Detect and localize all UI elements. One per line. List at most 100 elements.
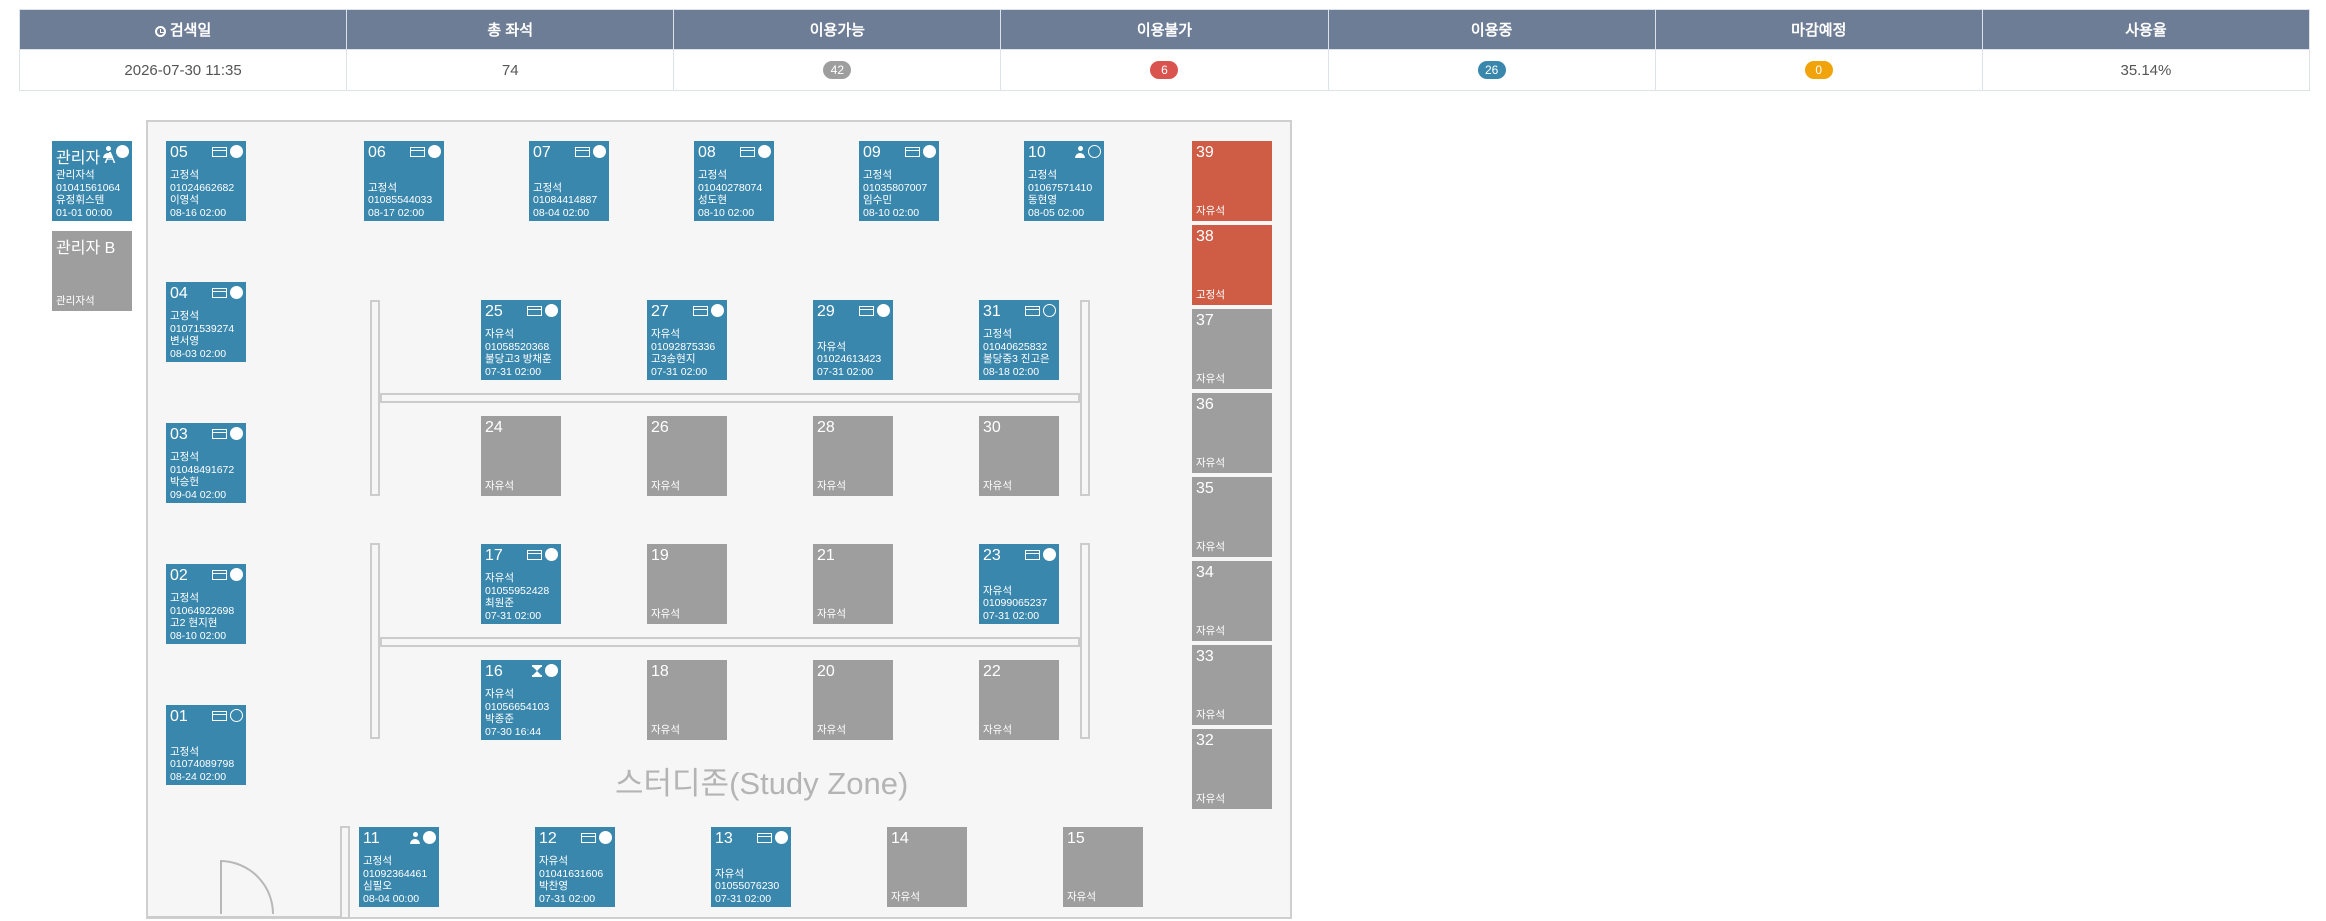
- seat-info: 자유석 01041631606 박찬영 07-31 02:00: [539, 855, 603, 905]
- value-usage-rate: 35.14%: [1981, 49, 2311, 91]
- filled-dot-icon: [593, 145, 606, 158]
- closing-soon-count-badge: 0: [1804, 61, 1833, 79]
- seat-05[interactable]: 05 고정석 01024662682 이영석 08-16 02:00: [166, 141, 246, 221]
- seat-15[interactable]: 15 자유석: [1063, 827, 1143, 907]
- seat-39[interactable]: 39 자유석: [1192, 141, 1272, 221]
- seat-19[interactable]: 19 자유석: [647, 544, 727, 624]
- seat-status-icons: [859, 304, 890, 317]
- seat-27[interactable]: 27 자유석 01092875336 고3송현지 07-31 02:00: [647, 300, 727, 380]
- filled-dot-icon: [711, 304, 724, 317]
- seat-info-line: 자유석: [485, 328, 514, 340]
- seat-info-line: 01056654103: [485, 700, 550, 713]
- seat-09[interactable]: 09 고정석 01035807007 임수민 08-10 02:00: [859, 141, 939, 221]
- seat-info-line: 이영석: [170, 194, 199, 206]
- seat-type-label: 자유석: [817, 480, 846, 492]
- seat-31[interactable]: 31 고정석 01040625832 불당중3 진고은 08-18 02:00: [979, 300, 1059, 380]
- filled-dot-icon: [230, 286, 243, 299]
- seat-04[interactable]: 04 고정석 01071539274 변서영 08-03 02:00: [166, 282, 246, 362]
- seat-number: 36: [1196, 396, 1214, 413]
- seat-26[interactable]: 26 자유석: [647, 416, 727, 496]
- card-icon: [212, 569, 227, 580]
- table-rail: [1080, 543, 1090, 739]
- seat-number: 12: [539, 830, 557, 847]
- seat-info-line: 자유석: [485, 572, 514, 584]
- seat-38[interactable]: 38 고정석: [1192, 225, 1272, 305]
- seat-06[interactable]: 06 고정석 01085544033 08-17 02:00: [364, 141, 444, 221]
- seat-status-icons: [212, 145, 243, 158]
- admin-seat-a[interactable]: 관리자 A 관리자석 01041561064 유정휘스텐 01-01 00:00: [52, 141, 132, 221]
- seat-number: 16: [485, 663, 503, 680]
- seat-info: 고정석 01084414887 08-04 02:00: [533, 169, 597, 219]
- available-count-badge: 42: [823, 61, 852, 79]
- seat-info-line: 고정석: [170, 451, 199, 463]
- seat-03[interactable]: 03 고정석 01048491672 박승헌 09-04 02:00: [166, 423, 246, 503]
- seat-info-line: 01035807007: [863, 181, 928, 194]
- seat-02[interactable]: 02 고정석 01064922698 고2 현지현 08-10 02:00: [166, 564, 246, 644]
- seat-info: 자유석 01024613423 07-31 02:00: [817, 328, 881, 378]
- header-search-date-label: 검색일: [169, 22, 212, 39]
- unavailable-count-badge: 6: [1150, 61, 1179, 79]
- seat-11[interactable]: 11 고정석 01092364461 심필오 08-04 00:00: [359, 827, 439, 907]
- seat-info-line: 08-10 02:00: [863, 206, 920, 219]
- seat-type-label: 자유석: [1196, 541, 1225, 553]
- seat-number: 39: [1196, 144, 1214, 161]
- seat-29[interactable]: 29 자유석 01024613423 07-31 02:00: [813, 300, 893, 380]
- seat-23[interactable]: 23 자유석 01099065237 07-31 02:00: [979, 544, 1059, 624]
- in-use-count-badge: 26: [1477, 61, 1506, 79]
- seat-16[interactable]: 16 자유석 01056654103 박종준 07-30 16:44: [481, 660, 561, 740]
- seat-number: 05: [170, 144, 188, 161]
- seat-type-label: 관리자석: [56, 295, 95, 307]
- seat-25[interactable]: 25 자유석 01058520368 불당고3 방채훈 07-31 02:00: [481, 300, 561, 380]
- seat-info-line: 09-04 02:00: [170, 488, 227, 501]
- filled-dot-icon: [923, 145, 936, 158]
- seat-type-label: 자유석: [485, 480, 514, 492]
- seat-12[interactable]: 12 자유석 01041631606 박찬영 07-31 02:00: [535, 827, 615, 907]
- seat-info: 고정석 01035807007 임수민 08-10 02:00: [863, 169, 927, 219]
- seat-number: 04: [170, 285, 188, 302]
- seat-30[interactable]: 30 자유석: [979, 416, 1059, 496]
- room-wall: [148, 916, 340, 918]
- card-icon: [757, 832, 772, 843]
- seat-info-line: 08-24 02:00: [170, 770, 227, 783]
- admin-seat-b[interactable]: 관리자 B 관리자석: [52, 231, 132, 311]
- hourglass-icon: [532, 664, 542, 677]
- seat-36[interactable]: 36 자유석: [1192, 393, 1272, 473]
- table-rail: [1080, 300, 1090, 496]
- seat-17[interactable]: 17 자유석 01055952428 최원준 07-31 02:00: [481, 544, 561, 624]
- seat-type-label: 자유석: [1196, 205, 1225, 217]
- seat-info-line: 08-18 02:00: [983, 365, 1040, 378]
- seat-13[interactable]: 13 자유석 01055076230 07-31 02:00: [711, 827, 791, 907]
- seat-07[interactable]: 07 고정석 01084414887 08-04 02:00: [529, 141, 609, 221]
- seat-22[interactable]: 22 자유석: [979, 660, 1059, 740]
- seat-info-line: 08-16 02:00: [170, 206, 227, 219]
- seat-number: 32: [1196, 732, 1214, 749]
- seat-10[interactable]: 10 고정석 01067571410 동현영 08-05 02:00: [1024, 141, 1104, 221]
- seat-status-icons: [693, 304, 724, 317]
- seat-number: 34: [1196, 564, 1214, 581]
- value-unavailable-cell: 6: [1000, 49, 1329, 91]
- seat-21[interactable]: 21 자유석: [813, 544, 893, 624]
- seat-08[interactable]: 08 고정석 01040278074 성도현 08-10 02:00: [694, 141, 774, 221]
- seat-info-line: 최원준: [485, 597, 514, 609]
- seat-info-line: 박종준: [485, 713, 514, 725]
- seat-34[interactable]: 34 자유석: [1192, 561, 1272, 641]
- seat-28[interactable]: 28 자유석: [813, 416, 893, 496]
- seat-24[interactable]: 24 자유석: [481, 416, 561, 496]
- seat-01[interactable]: 01 고정석 01074089798 08-24 02:00: [166, 705, 246, 785]
- seat-info-line: 성도현: [698, 194, 727, 206]
- seat-number: 14: [891, 830, 909, 847]
- seat-status-icons: [1025, 304, 1056, 317]
- seat-32[interactable]: 32 자유석: [1192, 729, 1272, 809]
- seat-18[interactable]: 18 자유석: [647, 660, 727, 740]
- seat-20[interactable]: 20 자유석: [813, 660, 893, 740]
- seat-35[interactable]: 35 자유석: [1192, 477, 1272, 557]
- seat-info: 고정석 01067571410 동현영 08-05 02:00: [1028, 169, 1092, 219]
- header-usage-rate: 사용율: [1981, 9, 2311, 50]
- table-rail: [370, 543, 380, 739]
- seat-37[interactable]: 37 자유석: [1192, 309, 1272, 389]
- seat-info-line: 08-10 02:00: [170, 629, 227, 642]
- seat-info-line: 자유석: [485, 688, 514, 700]
- seat-14[interactable]: 14 자유석: [887, 827, 967, 907]
- seat-33[interactable]: 33 자유석: [1192, 645, 1272, 725]
- seat-type-label: 자유석: [1196, 457, 1225, 469]
